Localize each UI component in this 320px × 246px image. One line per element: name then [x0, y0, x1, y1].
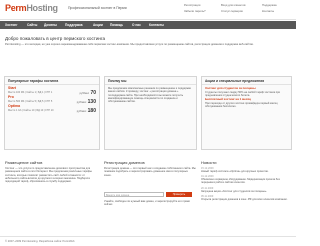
nav-support[interactable]: Поддержка	[65, 23, 83, 27]
domains-title: Регистрация доменов	[104, 160, 145, 165]
logo[interactable]: PermHosting	[5, 3, 58, 13]
welcome-text: PermHosting — это молодая, но уже хорошо…	[5, 43, 254, 46]
nav-hosting[interactable]: Хостинг	[5, 23, 18, 27]
news-item[interactable]: 20.11.2009 Запущена акция «Хостинг для с…	[201, 187, 292, 193]
why-box: Почему мы Мы предлагаем комплексные реше…	[104, 76, 197, 150]
promo-offer-1-text: Студенты получают скидку 50% на любой та…	[205, 90, 281, 97]
domains-note: Узнайте, свободен ли нужный вам домен, и…	[104, 200, 190, 207]
why-box-text: Мы предлагаем комплексные решения по раз…	[108, 87, 191, 104]
news-item[interactable]: 01.12.2009 Обновлено серверное оборудова…	[201, 175, 292, 184]
nav-contacts[interactable]: Контакты	[149, 23, 164, 27]
support-link[interactable]: Поддержка	[262, 3, 277, 7]
plan-price: руб/мес 180	[76, 107, 96, 114]
news-text: Обновлено серверное оборудование. Модерн…	[201, 178, 280, 185]
why-box-title: Почему мы	[105, 77, 196, 85]
sites-text: Хостинг — это услуга по предоставлению д…	[5, 167, 92, 184]
promo-box-title: Акции и специальные предложения	[202, 77, 291, 85]
nav-about[interactable]: О нас	[132, 23, 141, 27]
nav-help[interactable]: Помощь	[110, 23, 123, 27]
news-item[interactable]: 15.12.2009 Новый тариф хостинга «Optima»…	[201, 167, 292, 173]
domain-check-button[interactable]: Проверить	[166, 192, 192, 197]
header: PermHosting Профессиональный хостинг в П…	[0, 0, 296, 20]
logo-sub: Hosting	[26, 3, 58, 13]
server-status-link[interactable]: Статус серверов	[221, 9, 243, 13]
news-item[interactable]: 05.11.2009 Открыта регистрация доменов в…	[201, 195, 292, 201]
promo-offer-2-text: При переходе от другого хостинг-провайде…	[205, 101, 278, 109]
news-title: Новости	[201, 160, 217, 165]
footer: © 2007–2009 PermHosting. Разработка сайт…	[0, 236, 296, 246]
news-list: 15.12.2009 Новый тариф хостинга «Optima»…	[201, 167, 292, 203]
sites-title: Размещение сайтов	[5, 160, 43, 165]
footer-copyright: © 2007–2009 PermHosting. Разработка сайт…	[5, 240, 75, 243]
client-login-link[interactable]: Вход для клиентов	[221, 3, 246, 7]
forgot-password-link[interactable]: Забыли пароль?	[184, 9, 206, 13]
logo-main: Perm	[5, 3, 27, 13]
plan-start[interactable]: Start Место 100 Mb | Сайты 1 | БД 1 | FT…	[5, 85, 99, 96]
register-link[interactable]: Регистрация	[184, 3, 200, 7]
plan-pro[interactable]: Pro Место 500 Mb | Сайты 5 | БД 5 | FTP …	[5, 94, 99, 105]
contacts-link[interactable]: Контакты	[262, 9, 274, 13]
news-text: Открыта регистрация доменов в зоне .РФ д…	[201, 197, 288, 201]
news-text: Запущена акция «Хостинг для студентов за…	[201, 189, 268, 193]
news-text: Новый тариф хостинга «Optima» для крупны…	[201, 170, 269, 173]
promo-box: Акции и специальные предложения Хостинг …	[201, 76, 292, 150]
promo-box-content: Хостинг для студентов за полцены Студент…	[202, 85, 291, 110]
nav-promo[interactable]: Акции	[93, 23, 103, 27]
welcome-title: Добро пожаловать в центр пермского хости…	[5, 36, 106, 41]
nav-domains[interactable]: Домены	[44, 23, 57, 27]
tagline: Профессиональный хостинг в Перми	[68, 6, 127, 10]
plan-optima[interactable]: Optima Место 1 Gb | Сайты 10 | БД 10 | F…	[5, 103, 99, 114]
nav-sites[interactable]: Сайты	[27, 23, 37, 27]
plans-box: Популярные тарифы хостинга Start Место 1…	[4, 76, 100, 150]
plans-box-title: Популярные тарифы хостинга	[5, 77, 99, 85]
domains-text: Регистрация домена — это первый шаг к со…	[104, 167, 196, 177]
main-nav: Хостинг Сайты Домены Поддержка Акции Пом…	[0, 21, 296, 29]
domain-search-input[interactable]: Введите имя домена	[104, 192, 164, 197]
